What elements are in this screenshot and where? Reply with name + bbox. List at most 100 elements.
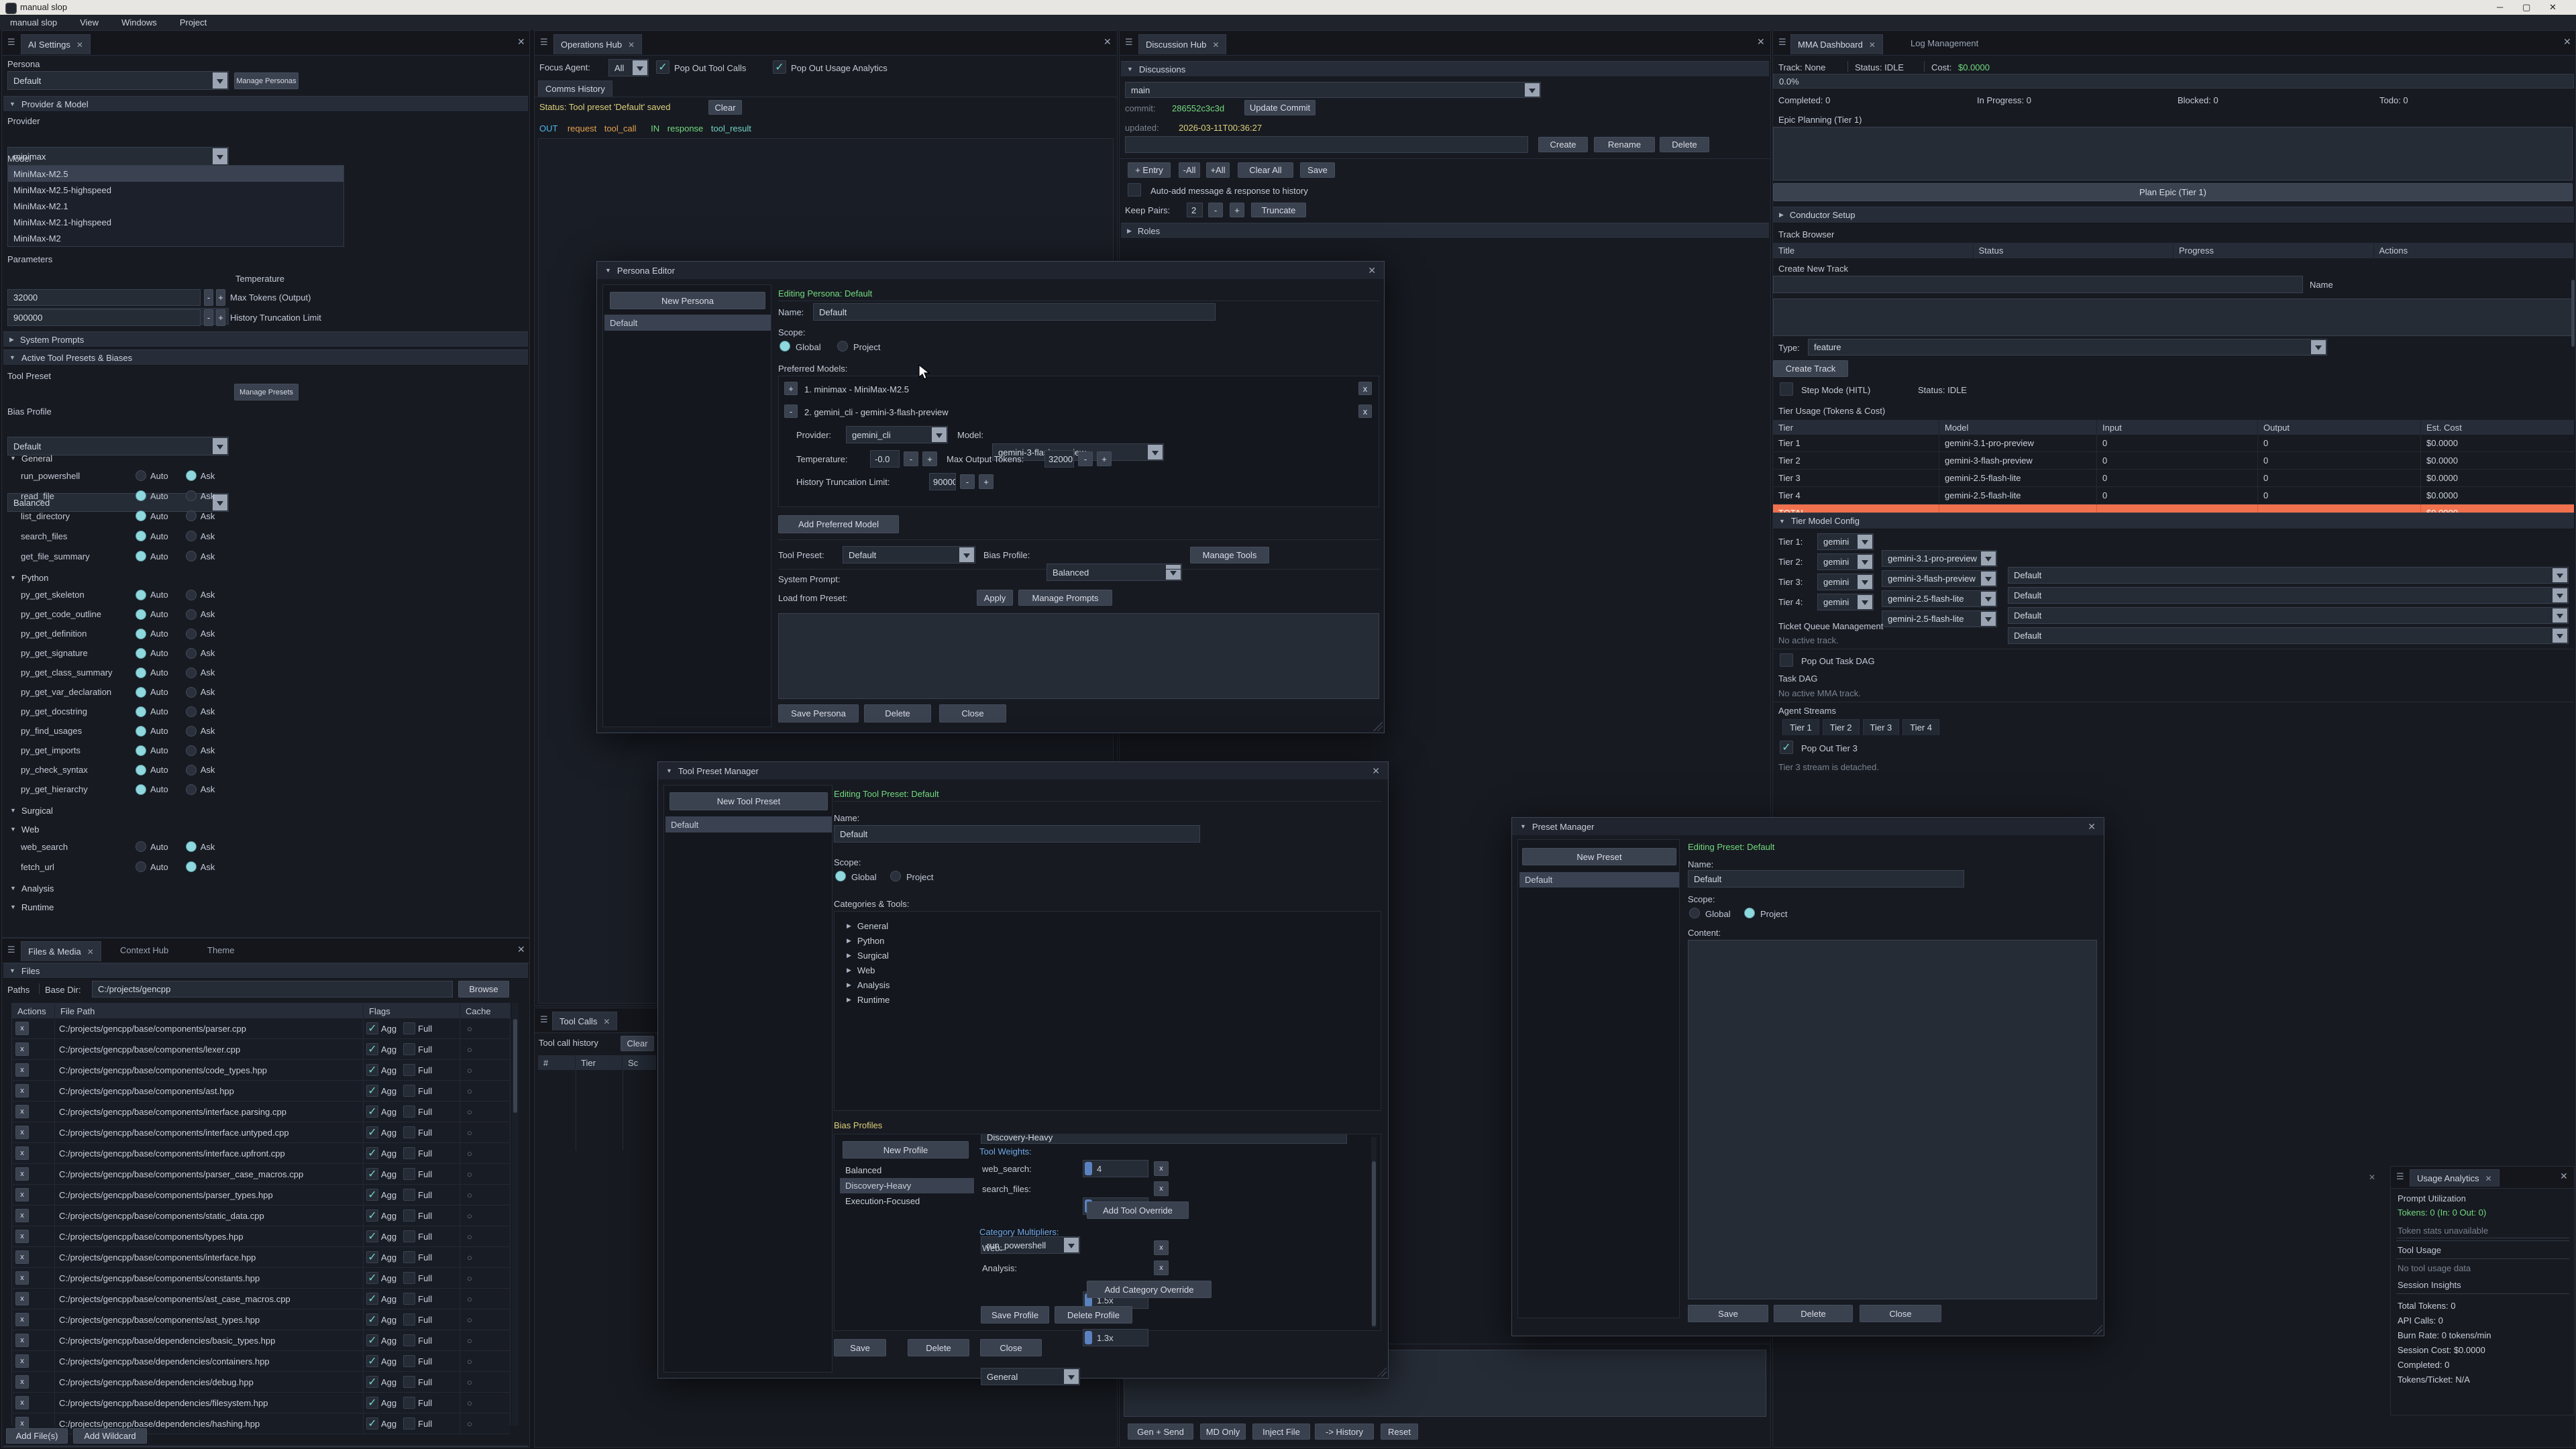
ask-radio[interactable]	[186, 841, 197, 852]
add-tool-override-button[interactable]: Add Tool Override	[1087, 1201, 1189, 1219]
minimize-icon[interactable]: ─	[2497, 2, 2503, 12]
resize-grip[interactable]	[2093, 1325, 2102, 1334]
auto-radio[interactable]	[136, 841, 146, 852]
tab-usage-analytics[interactable]: Usage Analytics✕	[2410, 1169, 2500, 1187]
move-down-button[interactable]: -	[784, 405, 798, 418]
screenshots-header[interactable]: ▶Screenshots	[3, 1446, 528, 1448]
auto-radio[interactable]	[136, 590, 146, 600]
reset-button[interactable]: Reset	[1381, 1424, 1418, 1440]
tier-model-select[interactable]: gemini-2.5-flash-lite	[1882, 610, 1997, 627]
max-tokens-plus-button[interactable]: +	[216, 289, 225, 306]
remove-override-button[interactable]: x	[1154, 1181, 1169, 1196]
md-only-button[interactable]: MD Only	[1200, 1424, 1246, 1440]
add-category-override-button[interactable]: Add Category Override	[1087, 1281, 1212, 1298]
new-persona-button[interactable]: New Persona	[610, 292, 765, 309]
agg-checkbox[interactable]	[366, 1355, 378, 1367]
auto-radio[interactable]	[136, 629, 146, 639]
remove-file-button[interactable]: x	[15, 1146, 29, 1160]
discussion-select[interactable]: main	[1125, 82, 1541, 98]
max-tokens-input[interactable]: 32000	[7, 289, 201, 306]
remove-override-button[interactable]: x	[1154, 1260, 1169, 1275]
close-tool-preset-button[interactable]: Close	[980, 1339, 1042, 1356]
temp-minus-button[interactable]: -	[904, 451, 918, 466]
save-profile-button[interactable]: Save Profile	[981, 1306, 1049, 1324]
rename-discussion-button[interactable]: Rename	[1594, 137, 1655, 152]
bias-profile-item[interactable]: Balanced	[840, 1163, 974, 1178]
panel-menu-icon[interactable]: ☰	[7, 37, 15, 48]
panel-menu-icon[interactable]: ☰	[1778, 37, 1786, 48]
tab-files-media[interactable]: Files & Media✕	[21, 941, 101, 961]
agg-checkbox[interactable]	[366, 1147, 378, 1159]
new-discussion-input[interactable]	[1125, 136, 1528, 153]
max-plus-button[interactable]: +	[1097, 451, 1112, 466]
ask-radio[interactable]	[186, 784, 197, 795]
temp-plus-button[interactable]: +	[922, 451, 937, 466]
menu-item-view[interactable]: View	[80, 17, 99, 28]
active-tool-presets-header[interactable]: ▼Active Tool Presets & Biases	[3, 350, 528, 366]
max-minus-button[interactable]: -	[1078, 451, 1093, 466]
full-checkbox[interactable]	[403, 1064, 415, 1076]
tier-provider-select[interactable]: gemini	[1817, 533, 1874, 550]
tier-model-config-header[interactable]: ▼Tier Model Config	[1773, 513, 2574, 529]
full-checkbox[interactable]	[403, 1189, 415, 1201]
tab-mma-dashboard[interactable]: MMA Dashboard✕	[1790, 34, 1883, 54]
hidden-panel-close-icon[interactable]: ✕	[2369, 1173, 2375, 1182]
remove-file-button[interactable]: x	[15, 1209, 29, 1222]
save-tool-preset-button[interactable]: Save	[834, 1339, 886, 1356]
remove-file-button[interactable]: x	[15, 1084, 29, 1097]
persona-editor-titlebar[interactable]: ▼ Persona Editor ✕	[597, 262, 1384, 279]
tier-provider-select[interactable]: gemini	[1817, 574, 1874, 590]
agg-checkbox[interactable]	[366, 1043, 378, 1055]
comms-history-tab[interactable]: Comms History	[538, 80, 612, 97]
remove-file-button[interactable]: x	[15, 1022, 29, 1035]
preset-list-item[interactable]: Default	[1519, 872, 1679, 888]
track-description-input[interactable]	[1773, 299, 2573, 336]
clear-tool-calls-button[interactable]: Clear	[621, 1036, 654, 1051]
agg-checkbox[interactable]	[366, 1022, 378, 1034]
resize-grip[interactable]	[1377, 1367, 1387, 1377]
delete-persona-button[interactable]: Delete	[864, 704, 931, 722]
delete-profile-button[interactable]: Delete Profile	[1055, 1306, 1132, 1324]
menu-item-project[interactable]: Project	[180, 17, 207, 28]
add-files-button[interactable]: Add File(s)	[6, 1428, 68, 1444]
remove-file-button[interactable]: x	[15, 1230, 29, 1243]
create-track-button[interactable]: Create Track	[1773, 360, 1848, 377]
remove-file-button[interactable]: x	[15, 1167, 29, 1181]
full-checkbox[interactable]	[403, 1230, 415, 1242]
pref-max-tokens-input[interactable]: 32000	[1044, 450, 1074, 468]
close-panel-icon[interactable]: ✕	[2563, 36, 2571, 48]
close-tab-icon[interactable]: ✕	[628, 40, 635, 50]
add-entry-button[interactable]: + Entry	[1128, 162, 1171, 178]
auto-radio[interactable]	[136, 687, 146, 698]
auto-radio[interactable]	[136, 706, 146, 717]
remove-file-button[interactable]: x	[15, 1271, 29, 1285]
delete-preset-button[interactable]: Delete	[1774, 1305, 1853, 1322]
base-dir-input[interactable]: C:/projects/gencpp	[92, 981, 453, 998]
auto-radio[interactable]	[136, 648, 146, 659]
remove-file-button[interactable]: x	[15, 1292, 29, 1305]
auto-radio[interactable]	[136, 531, 146, 541]
provider-select[interactable]: minimax	[7, 147, 229, 166]
pref-temp-input[interactable]: -0.0	[870, 450, 900, 468]
to-history-button[interactable]: -> History	[1315, 1424, 1374, 1440]
browse-button[interactable]: Browse	[458, 981, 509, 998]
track-name-input[interactable]	[1773, 276, 2303, 293]
persona-list-item[interactable]: Default	[604, 315, 771, 331]
ask-radio[interactable]	[186, 648, 197, 659]
popout-tier3-checkbox[interactable]	[1780, 741, 1793, 754]
agg-checkbox[interactable]	[366, 1126, 378, 1138]
ask-radio[interactable]	[186, 745, 197, 756]
tab-operations-hub[interactable]: Operations Hub✕	[553, 34, 642, 54]
auto-radio[interactable]	[136, 784, 146, 795]
profile-name-input-clipped[interactable]: Discovery-Heavy	[981, 1134, 1347, 1144]
create-discussion-button[interactable]: Create	[1538, 137, 1588, 152]
ask-radio[interactable]	[186, 511, 197, 521]
web-search-weight[interactable]: 4	[1083, 1160, 1148, 1177]
close-tab-icon[interactable]: ✕	[1212, 40, 1219, 50]
ask-radio[interactable]	[186, 706, 197, 717]
remove-model-button[interactable]: x	[1358, 405, 1372, 418]
remove-override-button[interactable]: x	[1154, 1240, 1169, 1255]
stream-tab[interactable]: Tier 4	[1902, 719, 1939, 735]
conductor-setup-header[interactable]: ▶Conductor Setup	[1773, 207, 2574, 223]
agg-checkbox[interactable]	[366, 1085, 378, 1097]
